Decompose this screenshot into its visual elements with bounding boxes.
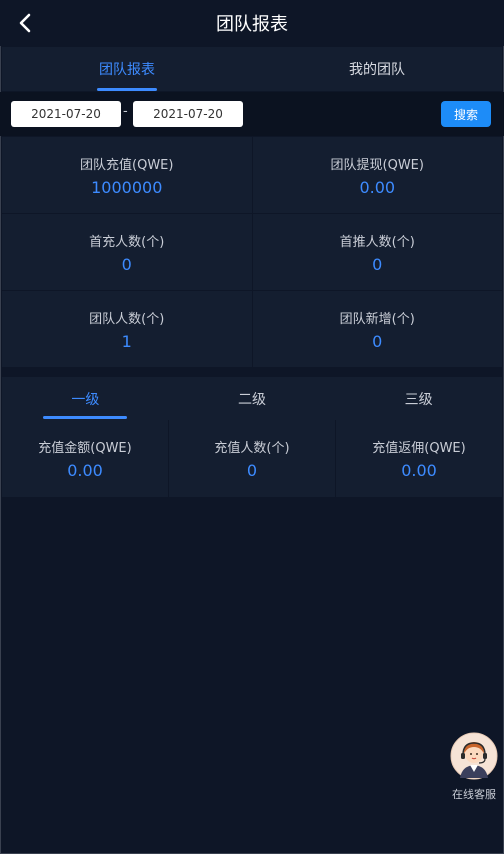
stat-team-new: 团队新增(个) 0 <box>252 291 502 367</box>
tab-level-1[interactable]: 一级 <box>2 377 169 420</box>
support-agent-icon <box>450 732 498 780</box>
customer-service-button[interactable]: 在线客服 <box>448 732 500 801</box>
back-button[interactable] <box>14 11 38 35</box>
stat-label: 团队充值(QWE) <box>80 157 174 173</box>
stat-first-referral-count: 首推人数(个) 0 <box>252 214 502 290</box>
stat-label: 团队人数(个) <box>89 311 165 327</box>
stat-value: 0 <box>246 461 258 480</box>
stat-value: 1000000 <box>91 177 163 197</box>
level-stats-row: 充值金额(QWE) 0.00 充值人数(个) 0 充值返佣(QWE) 0.00 <box>2 420 502 497</box>
tab-level-2[interactable]: 二级 <box>169 377 336 420</box>
customer-service-label: 在线客服 <box>452 788 496 801</box>
stat-first-recharge-count: 首充人数(个) 0 <box>2 214 252 290</box>
stat-team-members: 团队人数(个) 1 <box>2 291 252 367</box>
stat-value: 0.00 <box>359 177 396 197</box>
chevron-left-icon <box>19 13 31 33</box>
stat-label: 充值返佣(QWE) <box>372 441 466 456</box>
stat-team-recharge: 团队充值(QWE) 1000000 <box>2 137 252 213</box>
stat-value: 0 <box>372 254 383 274</box>
stat-value: 0 <box>372 331 383 351</box>
tab-my-team[interactable]: 我的团队 <box>252 47 502 91</box>
date-filter-bar: - <box>0 92 504 136</box>
stat-label: 充值金额(QWE) <box>38 441 132 456</box>
date-separator: - <box>123 104 128 119</box>
stat-label: 团队提现(QWE) <box>330 157 424 173</box>
stat-value: 0.00 <box>67 461 103 480</box>
header: 团队报表 <box>0 0 504 46</box>
page-title: 团队报表 <box>216 14 288 35</box>
level-panel: 一级 二级 三级 充值金额(QWE) 0.00 充值人数(个) 0 充值返佣(Q… <box>2 377 502 497</box>
level-tab-bar: 一级 二级 三级 <box>2 377 502 420</box>
team-stats-grid: 团队充值(QWE) 1000000 团队提现(QWE) 0.00 首充人数(个)… <box>2 137 502 367</box>
stat-value: 0.00 <box>401 461 437 480</box>
stat-label: 团队新增(个) <box>339 311 415 327</box>
stat-label: 首充人数(个) <box>89 234 165 250</box>
start-date-input[interactable] <box>11 101 121 127</box>
end-date-input[interactable] <box>133 101 243 127</box>
stat-value: 0 <box>121 254 132 274</box>
tab-level-3[interactable]: 三级 <box>335 377 502 420</box>
stat-label: 充值人数(个) <box>214 441 290 456</box>
level-stat-recharge-amount: 充值金额(QWE) 0.00 <box>2 420 169 497</box>
search-button[interactable]: 搜索 <box>441 101 491 127</box>
tab-bar: 团队报表 我的团队 <box>2 47 502 91</box>
tab-team-report[interactable]: 团队报表 <box>2 47 252 91</box>
stat-team-withdraw: 团队提现(QWE) 0.00 <box>252 137 502 213</box>
stat-value: 1 <box>121 331 132 351</box>
level-stat-recharge-count: 充值人数(个) 0 <box>169 420 336 497</box>
level-stat-recharge-commission: 充值返佣(QWE) 0.00 <box>336 420 502 497</box>
stat-label: 首推人数(个) <box>339 234 415 250</box>
